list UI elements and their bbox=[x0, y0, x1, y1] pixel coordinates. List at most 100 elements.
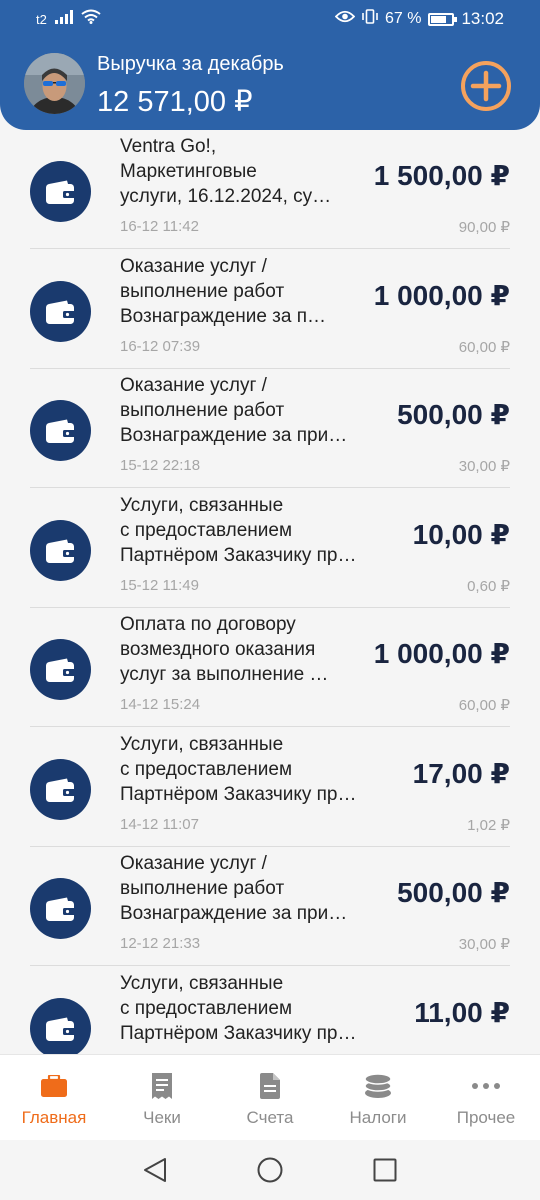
transaction-row[interactable]: Оплата по договору возмездного оказания ус… bbox=[0, 608, 540, 727]
nav-label: Налоги bbox=[349, 1108, 407, 1127]
coins-icon bbox=[364, 1073, 392, 1098]
plus-circle-icon bbox=[461, 61, 511, 111]
description-line: Вознаграждение за при… bbox=[120, 425, 348, 446]
wallet-icon-circle bbox=[30, 878, 91, 939]
transaction-list[interactable]: Ventra Go!, Маркетинговые услуги, 16.12.20… bbox=[0, 130, 540, 1054]
description-line: Партнёром Заказчику пра… bbox=[120, 784, 360, 805]
description-line: выполнение работ bbox=[120, 878, 285, 899]
transaction-fee: 90,00 ₽ bbox=[458, 219, 510, 236]
wallet-icon-circle bbox=[30, 998, 91, 1054]
nav-invoices[interactable]: Счета bbox=[216, 1055, 324, 1141]
add-button[interactable] bbox=[460, 60, 512, 112]
description-line: с предоставлением bbox=[120, 520, 293, 541]
transaction-description: Услуги, связанные с предоставлением Партнё… bbox=[120, 493, 360, 568]
description-line: услуги, 16.12.2024, су… bbox=[120, 186, 332, 207]
description-line: с предоставлением bbox=[120, 998, 293, 1019]
eye-icon bbox=[334, 10, 356, 28]
transaction-row[interactable]: Оказание услуг / выполнение работ Вознагра… bbox=[0, 369, 540, 488]
transaction-row[interactable]: Услуги, связанные с предоставлением Партнё… bbox=[0, 967, 540, 1054]
battery-percent: 67 % bbox=[384, 10, 422, 27]
transaction-amount: 500,00 ₽ bbox=[397, 399, 510, 430]
transaction-fee: 30,00 ₽ bbox=[458, 936, 510, 953]
nav-home[interactable]: Главная bbox=[0, 1055, 108, 1141]
recents-square-icon bbox=[373, 1158, 397, 1182]
system-nav-bar bbox=[0, 1140, 540, 1200]
row-divider bbox=[30, 965, 510, 966]
transaction-description: Оплата по договору возмездного оказания ус… bbox=[120, 612, 360, 687]
wallet-icon bbox=[45, 658, 76, 682]
transaction-description: Услуги, связанные с предоставлением Партнё… bbox=[120, 971, 360, 1046]
wallet-icon bbox=[45, 180, 76, 204]
transaction-row[interactable]: Услуги, связанные с предоставлением Партнё… bbox=[0, 728, 540, 847]
transaction-date: 14-12 11:07 bbox=[120, 816, 199, 833]
receipt-icon bbox=[152, 1073, 172, 1099]
row-divider bbox=[30, 726, 510, 727]
nav-label: Прочее bbox=[456, 1108, 516, 1127]
wallet-icon bbox=[45, 1017, 76, 1041]
description-line: Партнёром Заказчику пра… bbox=[120, 545, 360, 566]
transaction-date: 16-12 07:39 bbox=[120, 338, 201, 355]
transaction-fee: 0,60 ₽ bbox=[467, 578, 510, 595]
transaction-amount: 500,00 ₽ bbox=[397, 877, 510, 908]
nav-label: Счета bbox=[246, 1108, 294, 1127]
transaction-row[interactable]: Ventra Go!, Маркетинговые услуги, 16.12.20… bbox=[0, 130, 540, 249]
transaction-description: Ventra Go!, Маркетинговые услуги, 16.12.20… bbox=[120, 134, 360, 209]
back-triangle-icon bbox=[144, 1158, 166, 1182]
description-line: Оказание услуг / bbox=[120, 853, 267, 874]
nav-receipts[interactable]: Чеки bbox=[108, 1055, 216, 1141]
carrier-label: t2 bbox=[36, 11, 47, 27]
more-dots-icon bbox=[472, 1083, 500, 1089]
revenue-amount: 12 571,00 ₽ bbox=[97, 86, 253, 118]
description-line: Оказание услуг / bbox=[120, 256, 267, 277]
description-line: Оказание услуг / bbox=[120, 375, 267, 396]
description-line: Услуги, связанные bbox=[120, 734, 284, 755]
description-line: Оплата по договору bbox=[120, 614, 296, 635]
briefcase-icon bbox=[41, 1075, 67, 1097]
recents-button[interactable] bbox=[328, 1148, 443, 1192]
signal-icon bbox=[54, 9, 73, 29]
wallet-icon bbox=[45, 778, 76, 802]
description-line: услуг за выполнение … bbox=[120, 664, 329, 685]
transaction-row[interactable]: Оказание услуг / выполнение работ Вознагра… bbox=[0, 847, 540, 966]
description-line: Ventra Go!, bbox=[120, 136, 217, 157]
transaction-fee: 60,00 ₽ bbox=[458, 339, 510, 356]
nav-taxes[interactable]: Налоги bbox=[324, 1055, 432, 1141]
transaction-fee: 30,00 ₽ bbox=[458, 458, 510, 475]
description-line: выполнение работ bbox=[120, 281, 285, 302]
header: t2 67 % 13:02 Выручка за декабрь 12 571,… bbox=[0, 0, 540, 130]
nav-more[interactable]: Прочее bbox=[432, 1055, 540, 1141]
bottom-nav: Главная Чеки Счета Налоги Прочее bbox=[0, 1054, 540, 1140]
transaction-row[interactable]: Услуги, связанные с предоставлением Партнё… bbox=[0, 489, 540, 608]
battery-icon bbox=[428, 12, 458, 26]
nav-label: Чеки bbox=[143, 1108, 181, 1127]
description-line: Услуги, связанные bbox=[120, 973, 284, 994]
description-line: Вознаграждение за при… bbox=[120, 903, 348, 924]
description-line: Маркетинговые bbox=[120, 161, 257, 182]
vibrate-icon bbox=[362, 9, 378, 29]
wallet-icon-circle bbox=[30, 639, 91, 700]
description-line: возмездного оказания bbox=[120, 639, 316, 660]
wallet-icon-circle bbox=[30, 759, 91, 820]
description-line: с предоставлением bbox=[120, 759, 293, 780]
transaction-date: 15-12 11:49 bbox=[120, 577, 199, 594]
row-divider bbox=[30, 487, 510, 488]
wallet-icon-circle bbox=[30, 520, 91, 581]
transaction-amount: 1 500,00 ₽ bbox=[373, 160, 510, 191]
home-button[interactable] bbox=[213, 1148, 328, 1192]
document-icon bbox=[260, 1073, 280, 1099]
transaction-description: Оказание услуг / выполнение работ Вознагра… bbox=[120, 373, 360, 448]
back-button[interactable] bbox=[98, 1148, 213, 1192]
avatar[interactable] bbox=[24, 53, 85, 114]
transaction-amount: 11,00 ₽ bbox=[414, 997, 510, 1028]
transaction-amount: 17,00 ₽ bbox=[412, 758, 510, 789]
home-circle-icon bbox=[257, 1157, 283, 1183]
transaction-fee: 60,00 ₽ bbox=[458, 697, 510, 714]
transaction-row[interactable]: Оказание услуг / выполнение работ Вознагра… bbox=[0, 250, 540, 369]
wallet-icon bbox=[45, 419, 76, 443]
transaction-fee: 1,02 ₽ bbox=[467, 817, 510, 834]
row-divider bbox=[30, 248, 510, 249]
transaction-date: 15-12 22:18 bbox=[120, 457, 201, 474]
nav-label: Главная bbox=[21, 1108, 87, 1127]
transaction-description: Оказание услуг / выполнение работ Вознагра… bbox=[120, 851, 360, 926]
description-line: выполнение работ bbox=[120, 400, 285, 421]
